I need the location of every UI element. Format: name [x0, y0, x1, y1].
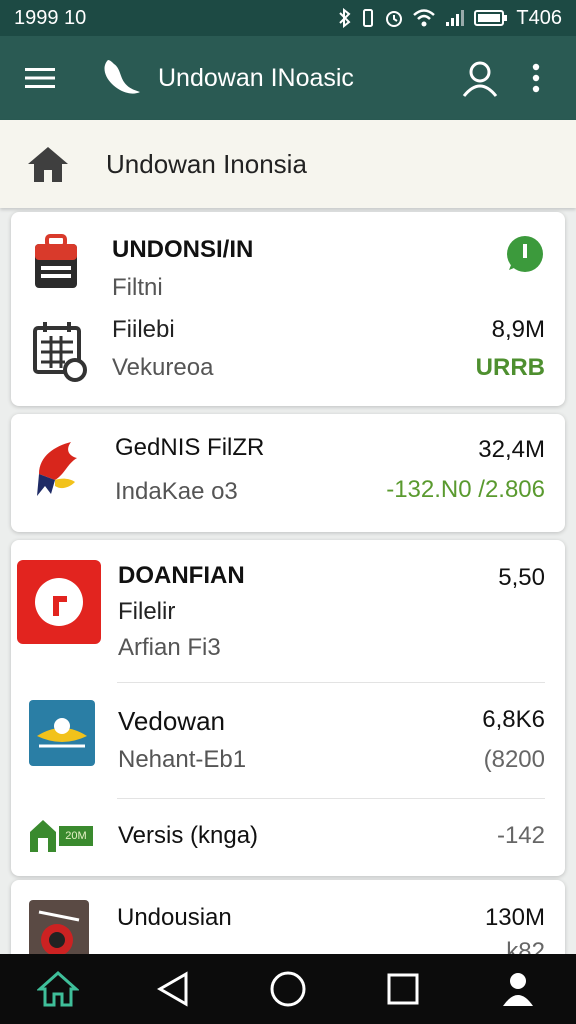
list-item[interactable]: Fiilebi Vekureoa 8,9M URRB	[11, 308, 565, 406]
item-subtitle: IndaKae o3	[115, 478, 238, 505]
recents-square-icon	[387, 973, 419, 1005]
item-title: Undousian	[117, 904, 232, 931]
item-value: 130M	[484, 904, 545, 931]
item-title: Versis (knga)	[118, 822, 259, 849]
item-title: GedNIS FilZR	[115, 434, 265, 461]
status-bar: 1999 10 T406	[0, 0, 576, 36]
divider	[117, 798, 545, 799]
list-item[interactable]: DOANFIAN Filelir Arfian Fi3 5,50	[11, 540, 565, 680]
list-item[interactable]: 20M Versis (knga) -142	[11, 800, 565, 876]
item-subtitle: Filtni	[112, 274, 163, 301]
list-item[interactable]: UNDONSI/IN Filtni	[11, 212, 565, 308]
item-subtitle: Nehant-Eb1	[118, 746, 247, 773]
item-change: -132.N0 /2.806	[386, 476, 545, 503]
item-title: UNDONSI/IN	[112, 236, 254, 263]
vibrate-icon	[363, 9, 374, 27]
list-card: GedNIS FilZR IndaKae o3 32,4M -132.N0 /2…	[11, 414, 565, 532]
bluetooth-icon	[339, 8, 351, 28]
breadcrumb-label: Undowan Inonsia	[106, 148, 307, 179]
back-triangle-icon	[156, 971, 188, 1007]
item-value: -142	[496, 822, 545, 849]
item-subtitle-2: Arfian Fi3	[118, 634, 221, 661]
battery-icon	[474, 10, 508, 26]
search-button[interactable]	[452, 50, 508, 106]
item-title: DOANFIAN	[118, 562, 245, 589]
list-card: DOANFIAN Filelir Arfian Fi3 5,50 Vedowan…	[11, 540, 565, 876]
nav-home-button[interactable]	[28, 959, 88, 1019]
breadcrumb: Undowan Inonsia	[0, 120, 576, 208]
hamburger-icon	[25, 68, 55, 88]
status-icons: T406	[338, 7, 562, 30]
nav-profile-button[interactable]	[488, 959, 548, 1019]
nav-back-button[interactable]	[143, 959, 203, 1019]
item-value: 6,8K6	[482, 706, 545, 733]
calendar-briefcase-icon	[35, 234, 77, 288]
item-thumbnail-icon	[29, 900, 89, 960]
status-time: 1999 10	[14, 6, 87, 29]
more-vert-icon	[532, 63, 540, 93]
item-subtitle: Vekureoa	[112, 354, 214, 381]
list-item[interactable]: GedNIS FilZR IndaKae o3 32,4M -132.N0 /2…	[11, 414, 565, 532]
person-search-icon	[462, 61, 498, 97]
app-bar: Undowan INoasic	[0, 36, 576, 120]
overflow-menu-button[interactable]	[508, 50, 564, 106]
rooster-logo-icon	[37, 442, 77, 496]
system-nav-bar	[0, 954, 576, 1024]
app-logo-icon	[104, 60, 140, 94]
item-value: 8,9M	[491, 316, 545, 343]
status-right-text: T406	[516, 6, 562, 29]
home-icon[interactable]	[26, 144, 70, 184]
item-value: 32,4M	[478, 436, 545, 463]
item-value: 5,50	[498, 564, 545, 591]
list-card: UNDONSI/IN Filtni Fiilebi Vekureoa 8,9M …	[11, 212, 565, 406]
alarm-icon	[386, 11, 403, 27]
divider	[117, 682, 545, 683]
house-badge-icon: 20M	[29, 818, 95, 854]
item-title: Fiilebi	[112, 316, 175, 343]
signal-icon	[446, 10, 465, 26]
home-icon	[36, 970, 79, 1007]
app-logo-red-icon	[17, 560, 101, 644]
person-icon	[503, 973, 534, 1006]
list-item[interactable]: Vedowan Nehant-Eb1 6,8K6 (8200	[11, 684, 565, 800]
chat-badge-icon[interactable]	[503, 234, 545, 276]
item-badge: 20M	[59, 826, 93, 846]
item-title: Vedowan	[118, 706, 225, 736]
item-change: (8200	[483, 746, 545, 773]
nav-circle-button[interactable]	[258, 959, 318, 1019]
calendar-clock-icon	[33, 322, 87, 382]
app-logo-blue-icon	[29, 700, 95, 766]
item-change: URRB	[475, 354, 545, 381]
home-circle-icon	[270, 971, 306, 1007]
menu-button[interactable]	[12, 50, 68, 106]
wifi-icon	[413, 9, 436, 27]
app-title: Undowan INoasic	[158, 63, 354, 92]
item-subtitle: Filelir	[118, 598, 176, 625]
nav-recents-button[interactable]	[373, 959, 433, 1019]
